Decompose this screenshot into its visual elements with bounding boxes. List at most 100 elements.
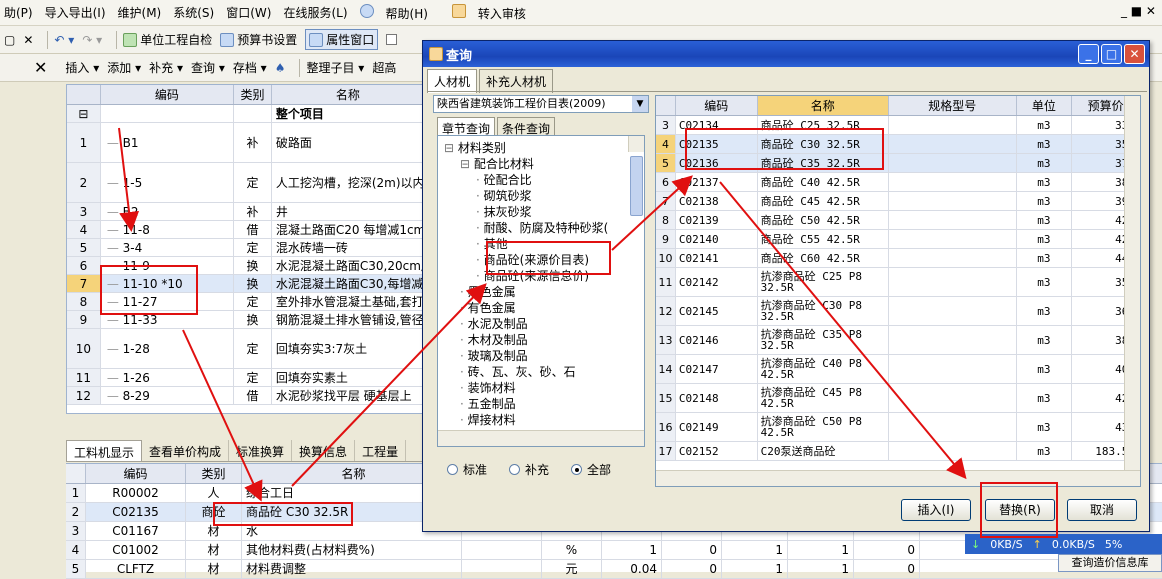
- menu-help[interactable]: 帮助(H): [359, 3, 440, 22]
- tree-item[interactable]: · 抹灰砂浆: [438, 204, 644, 220]
- cell-spec[interactable]: [889, 192, 1017, 210]
- cell-code[interactable]: C02134: [676, 116, 758, 134]
- cell-code[interactable]: — 1-26: [101, 369, 235, 386]
- cell-code[interactable]: C02152: [676, 442, 758, 460]
- table-row[interactable]: 1 — B1 补 破路面: [67, 123, 425, 163]
- cell-unit[interactable]: m3: [1017, 249, 1073, 267]
- cell-code[interactable]: — 11-27: [101, 293, 235, 310]
- table-row[interactable]: 10 — 1-28 定 回填夯实3:7灰土: [67, 329, 425, 369]
- tree-hscrollbar[interactable]: [438, 430, 644, 446]
- tab-resources[interactable]: 人材机: [427, 69, 478, 93]
- table-row[interactable]: 9 — 11-33 换 钢筋混凝土排水管铺设,管径: [67, 311, 425, 329]
- cell-code[interactable]: C02147: [676, 355, 758, 383]
- menu-import-export[interactable]: 导入导出(I): [45, 4, 106, 21]
- cell-name[interactable]: 抗渗商品砼 C50 P8 42.5R: [758, 413, 890, 441]
- cell-type[interactable]: 换: [234, 311, 272, 328]
- cell-type[interactable]: 换: [234, 275, 272, 292]
- cell-unit[interactable]: m3: [1017, 116, 1073, 134]
- cell-spec[interactable]: [889, 230, 1017, 248]
- cell-unit[interactable]: m3: [1017, 173, 1073, 191]
- cell-name[interactable]: 材料费调整: [242, 560, 462, 578]
- tree-item[interactable]: · 其他: [438, 236, 644, 252]
- tab-conversion-info[interactable]: 换算信息: [292, 440, 356, 461]
- tree-item[interactable]: · 玻璃及制品: [438, 348, 644, 364]
- tab-labor-materials[interactable]: 工料机显示: [66, 440, 143, 461]
- cell-type[interactable]: 材: [186, 541, 242, 559]
- cell-spec[interactable]: [889, 154, 1017, 172]
- cell-name[interactable]: 商品砼 C25 32.5R: [758, 116, 890, 134]
- cell-name[interactable]: 人工挖沟槽，挖深(2m)以内: [272, 163, 425, 202]
- cell-unit[interactable]: m3: [1017, 268, 1073, 296]
- cell-code[interactable]: C02142: [676, 268, 758, 296]
- cell-value[interactable]: 1: [602, 541, 662, 559]
- cell-type[interactable]: 定: [234, 329, 272, 368]
- cell-spec[interactable]: [889, 116, 1017, 134]
- budget-settings-button[interactable]: 预算书设置: [220, 31, 297, 48]
- cell-name[interactable]: 商品砼 C45 42.5R: [758, 192, 890, 210]
- cell-type[interactable]: 定: [234, 293, 272, 310]
- cell-code[interactable]: — 8-29: [101, 387, 235, 404]
- cell-unit[interactable]: m3: [1017, 192, 1073, 210]
- maximize-icon[interactable]: □: [1101, 44, 1122, 64]
- cell-name[interactable]: 抗渗商品砼 C45 P8 42.5R: [758, 384, 890, 412]
- cell-unit[interactable]: m3: [1017, 211, 1073, 229]
- cell-name[interactable]: 商品砼 C30 32.5R: [757, 135, 890, 153]
- cell-code[interactable]: C02137: [676, 173, 758, 191]
- tree-item[interactable]: ⊟ 材料类别: [438, 140, 644, 156]
- cell-spec[interactable]: [889, 211, 1017, 229]
- cell-code[interactable]: — 11-8: [101, 221, 235, 238]
- cell-name[interactable]: 商品砼 C40 42.5R: [758, 173, 890, 191]
- tab-supplement-resources[interactable]: 补充人材机: [479, 69, 554, 93]
- cell-value[interactable]: 0: [854, 560, 920, 578]
- cell-code[interactable]: C01167: [86, 522, 186, 540]
- menu-window[interactable]: 窗口(W): [226, 4, 271, 21]
- cell-code[interactable]: — B2: [101, 203, 235, 220]
- cell-value[interactable]: 1: [722, 560, 788, 578]
- table-row[interactable]: 5 C02136 商品砼 C35 32.5R m3 373: [656, 154, 1140, 173]
- menu-maintain[interactable]: 维护(M): [118, 4, 162, 21]
- cell-spec[interactable]: [889, 442, 1017, 460]
- tree-item[interactable]: · 五金制品: [438, 396, 644, 412]
- supplement-button[interactable]: 补充 ▾: [149, 59, 183, 76]
- cell-code[interactable]: — 3-4: [101, 239, 235, 256]
- minimize-icon[interactable]: _: [1078, 44, 1099, 64]
- query-button[interactable]: 查询 ▾: [191, 59, 225, 76]
- radio-all[interactable]: 全部: [571, 461, 611, 478]
- trail-checkbox[interactable]: [386, 34, 400, 45]
- tree-item[interactable]: · 装饰材料: [438, 380, 644, 396]
- cell-name[interactable]: 抗渗商品砼 C25 P8 32.5R: [758, 268, 890, 296]
- cell-code[interactable]: — B1: [101, 123, 235, 162]
- tree-item[interactable]: · 砌筑砂浆: [438, 188, 644, 204]
- grid-hscrollbar[interactable]: [656, 470, 1140, 486]
- menu-online[interactable]: 在线服务(L): [283, 4, 347, 21]
- cell-name[interactable]: 抗渗商品砼 C30 P8 32.5R: [758, 297, 890, 325]
- table-row[interactable]: 6 — 11-9 换 水泥混凝土路面C30,20cm厚: [67, 257, 425, 275]
- cell-code[interactable]: C02136: [675, 154, 758, 172]
- insert-button[interactable]: 插入 ▾: [65, 59, 99, 76]
- cell-name[interactable]: 商品砼 C55 42.5R: [758, 230, 890, 248]
- menu-help-partial[interactable]: 助(P): [4, 4, 33, 21]
- cell-spec[interactable]: [889, 268, 1017, 296]
- cancel-button[interactable]: 取消: [1067, 499, 1137, 521]
- super-high-button[interactable]: 超高: [372, 59, 396, 76]
- table-row[interactable]: 15 C02148 抗渗商品砼 C45 P8 42.5R m3 422: [656, 384, 1140, 413]
- tree-item[interactable]: · 商品砼(来源价目表): [438, 252, 644, 268]
- cell-name[interactable]: 混凝土路面C20 每增减1cm: [272, 221, 425, 238]
- window-controls[interactable]: _ ■ ✕: [1121, 4, 1156, 18]
- replace-button[interactable]: 替换(R): [985, 499, 1055, 521]
- scroll-thumb[interactable]: [630, 156, 643, 216]
- cell-type[interactable]: 补: [234, 123, 272, 162]
- table-row[interactable]: 4 C02135 商品砼 C30 32.5R m3 357: [656, 135, 1140, 154]
- menu-system[interactable]: 系统(S): [173, 4, 214, 21]
- find-icon[interactable]: ♠: [275, 61, 286, 75]
- table-row[interactable]: 7 — 11-10 *10 换 水泥混凝土路面C30,每增减: [67, 275, 425, 293]
- cell-code[interactable]: C02145: [676, 297, 758, 325]
- table-row[interactable]: 3 C02134 商品砼 C25 32.5R m3 339: [656, 116, 1140, 135]
- table-row[interactable]: 12 C02145 抗渗商品砼 C30 P8 32.5R m3 368: [656, 297, 1140, 326]
- tree-item[interactable]: · 砼配合比: [438, 172, 644, 188]
- cell-type[interactable]: 换: [234, 257, 272, 274]
- cell-name[interactable]: C20泵送商品砼: [758, 442, 890, 460]
- close-icon[interactable]: ✕: [1124, 44, 1145, 64]
- table-row[interactable]: 5 — 3-4 定 混水砖墙一砖: [67, 239, 425, 257]
- cell-unit[interactable]: %: [542, 541, 602, 559]
